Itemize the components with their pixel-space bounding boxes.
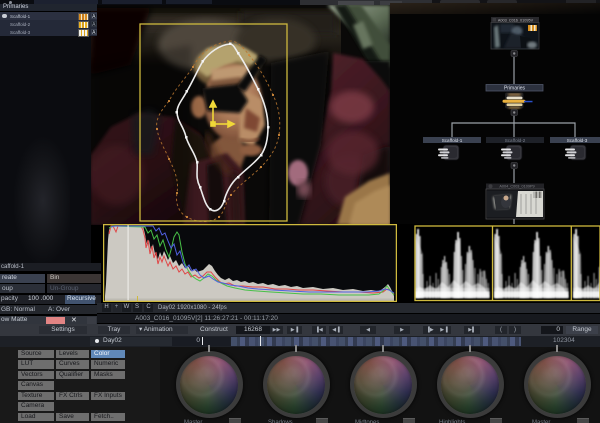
svg-text:Primaries: Primaries	[504, 86, 526, 92]
svg-text:Scaffold-3: Scaffold-3	[567, 138, 588, 143]
svg-text:Scaffold-1: Scaffold-1	[442, 138, 463, 143]
svg-text:Scaffold-2: Scaffold-2	[505, 138, 526, 143]
svg-text:A004_C003_0109P9: A004_C003_0109P9	[499, 185, 534, 189]
svg-text:A003_C016_01095V: A003_C016_01095V	[498, 18, 534, 22]
